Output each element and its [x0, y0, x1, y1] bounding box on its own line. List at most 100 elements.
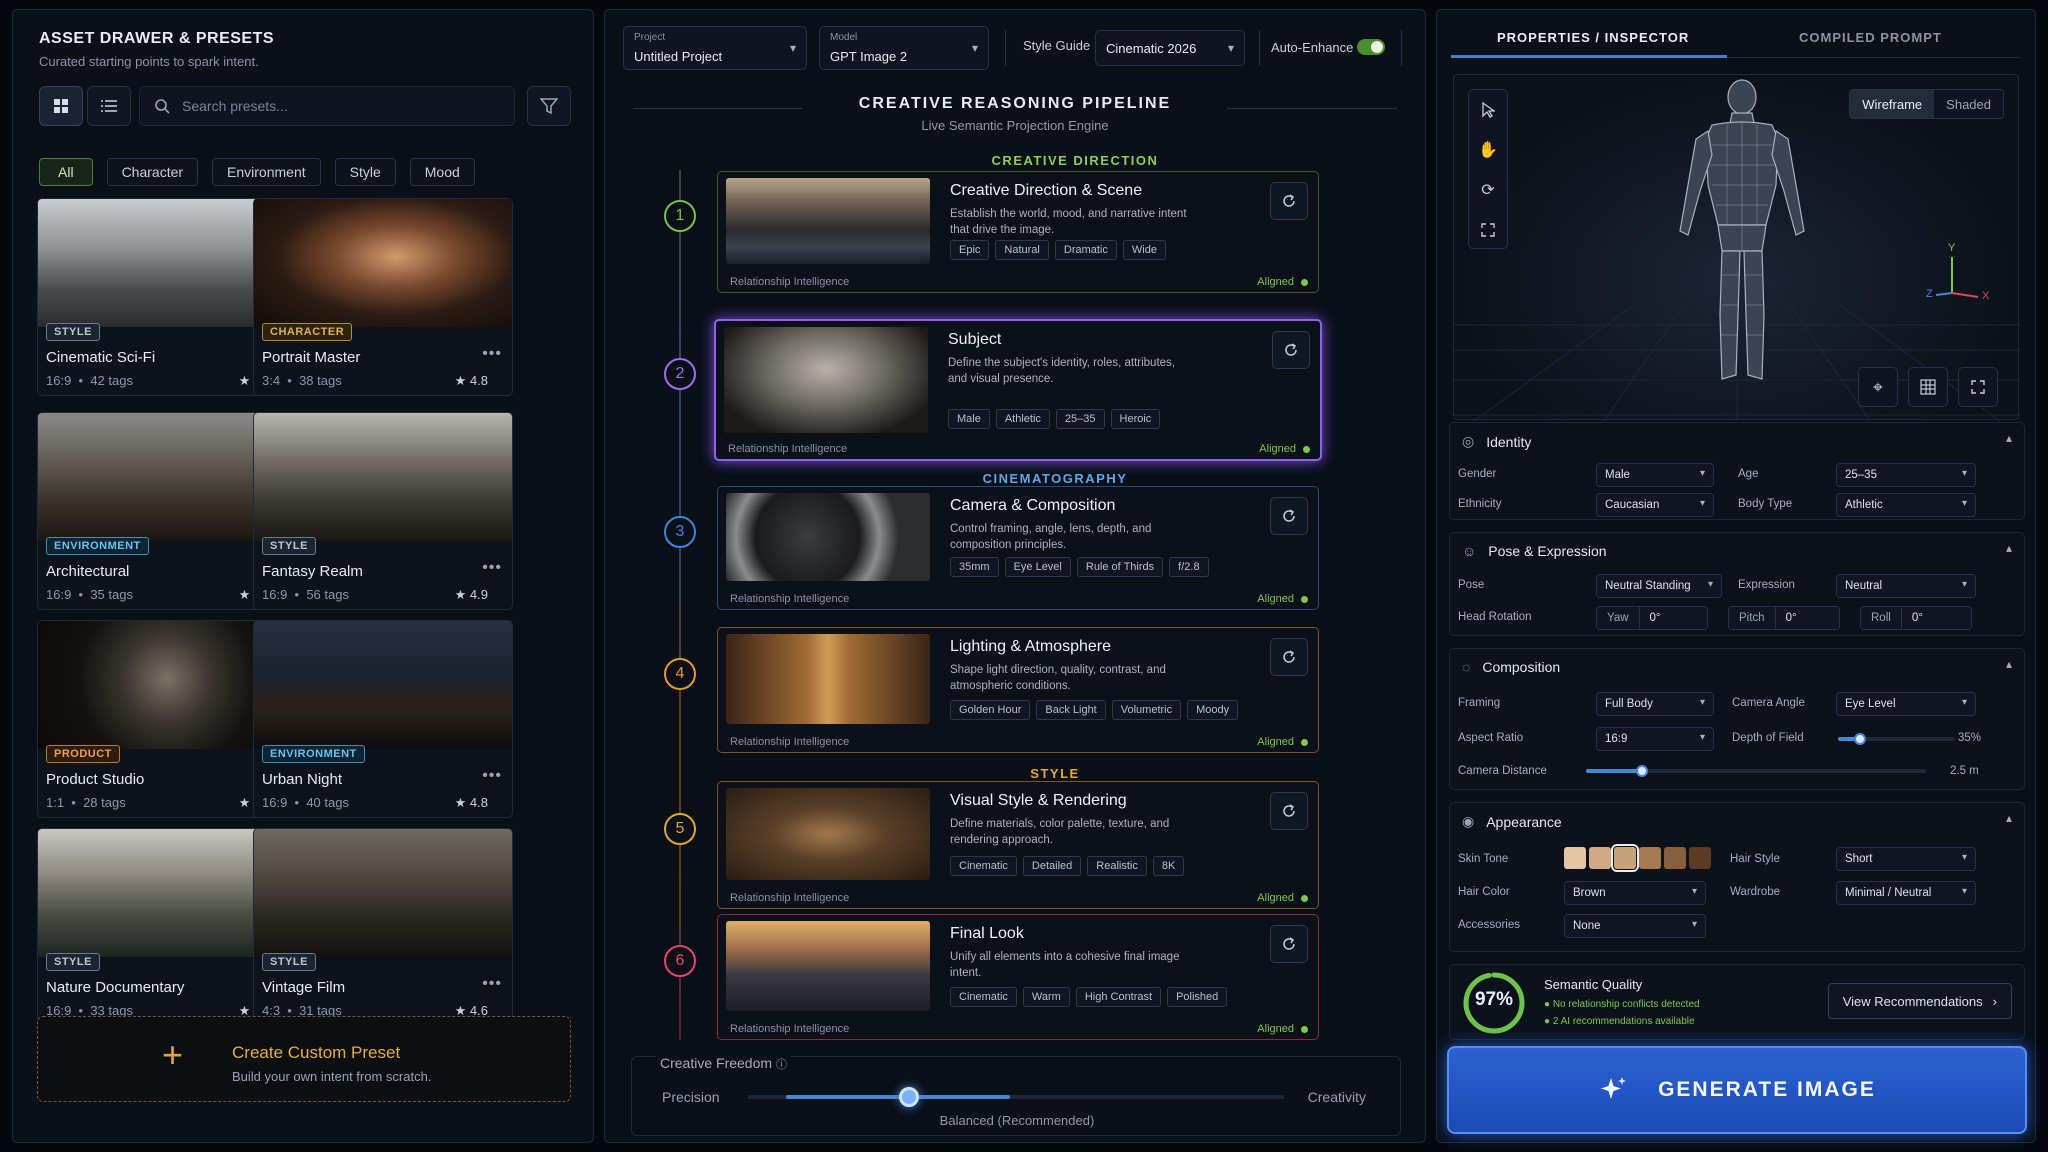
distance-slider-handle[interactable]	[1636, 765, 1648, 777]
dof-slider-handle[interactable]	[1854, 733, 1866, 745]
expression-select[interactable]: Neutral ▾	[1836, 574, 1976, 598]
step-tag[interactable]: 25–35	[1055, 409, 1105, 429]
step-tag[interactable]: Epic	[950, 240, 990, 260]
camera-angle-select[interactable]: Eye Level ▾	[1836, 692, 1976, 716]
preset-card[interactable]: ENVIRONMENT Urban Night ••• 16:9 • 40 ta…	[253, 620, 513, 818]
model-dropdown[interactable]: Model GPT Image 2 ▾	[819, 26, 989, 70]
pipeline-card[interactable]: Creative Direction & Scene Establish the…	[717, 171, 1319, 293]
pipeline-card[interactable]: Subject Define the subject's identity, r…	[714, 319, 1322, 461]
tab-compiled-prompt[interactable]: COMPILED PROMPT	[1799, 30, 1942, 45]
view-recommendations-button[interactable]: View Recommendations ›	[1827, 983, 2012, 1019]
gender-select[interactable]: Male ▾	[1596, 463, 1714, 487]
step-tag[interactable]: Natural	[995, 240, 1049, 260]
skin-tone-swatch[interactable]	[1639, 847, 1661, 869]
collapse-icon[interactable]: ▴	[2006, 431, 2012, 445]
grid-toggle-button[interactable]	[1908, 367, 1948, 407]
pose-header[interactable]: ☺ Pose & Expression	[1462, 543, 1607, 559]
auto-enhance-toggle[interactable]	[1357, 39, 1385, 55]
project-dropdown[interactable]: Project Untitled Project ▾	[623, 26, 807, 70]
step-tag[interactable]: Detailed	[1022, 856, 1082, 876]
more-icon[interactable]: •••	[482, 767, 502, 785]
collapse-icon[interactable]: ▴	[2006, 657, 2012, 671]
collapse-icon[interactable]: ▴	[2006, 811, 2012, 825]
refresh-button[interactable]	[1270, 638, 1308, 676]
skin-tone-swatch[interactable]	[1564, 847, 1586, 869]
pan-tool-button[interactable]: ✋	[1469, 130, 1507, 170]
collapse-icon[interactable]: ▴	[2006, 541, 2012, 555]
ethnicity-select[interactable]: Caucasian ▾	[1596, 493, 1714, 517]
shaded-mode-button[interactable]: Shaded	[1934, 90, 2003, 118]
step-tag[interactable]: Golden Hour	[950, 700, 1031, 720]
refresh-button[interactable]	[1270, 792, 1308, 830]
preset-card[interactable]: STYLE Fantasy Realm ••• 16:9 • 56 tags ★…	[253, 412, 513, 610]
step-tag[interactable]: Cinematic	[950, 856, 1017, 876]
step-tag[interactable]: 8K	[1152, 856, 1185, 876]
step-tag[interactable]: Polished	[1167, 987, 1228, 1007]
wireframe-mode-button[interactable]: Wireframe	[1850, 90, 1935, 118]
refresh-button[interactable]	[1270, 497, 1308, 535]
search-box[interactable]	[139, 86, 515, 126]
appearance-header[interactable]: ◉ Appearance	[1462, 813, 1562, 830]
style-guide-dropdown[interactable]: Cinematic 2026 ▾	[1095, 30, 1245, 66]
accessories-select[interactable]: None ▾	[1564, 914, 1706, 938]
fullscreen-button[interactable]	[1958, 367, 1998, 407]
pipeline-card[interactable]: Visual Style & Rendering Define material…	[717, 781, 1319, 909]
skin-tone-swatch[interactable]	[1611, 844, 1639, 872]
pitch-input[interactable]: Pitch 0°	[1728, 606, 1840, 630]
chip-mood[interactable]: Mood	[409, 158, 475, 186]
wardrobe-select[interactable]: Minimal / Neutral ▾	[1836, 881, 1976, 905]
step-tag[interactable]: 35mm	[950, 557, 999, 577]
more-icon[interactable]: •••	[482, 345, 502, 363]
roll-input[interactable]: Roll 0°	[1860, 606, 1972, 630]
body-type-select[interactable]: Athletic ▾	[1836, 493, 1976, 517]
grid-view-button[interactable]	[39, 86, 83, 126]
list-view-button[interactable]	[87, 86, 131, 126]
aspect-ratio-select[interactable]: 16:9 ▾	[1596, 727, 1714, 751]
preset-card[interactable]: CHARACTER Portrait Master ••• 3:4 • 38 t…	[253, 198, 513, 396]
composition-header[interactable]: ◌ Composition	[1462, 659, 1560, 675]
freedom-slider-handle[interactable]	[899, 1087, 919, 1107]
step-tag[interactable]: Dramatic	[1054, 240, 1117, 260]
step-tag[interactable]: Wide	[1122, 240, 1166, 260]
pipeline-card[interactable]: Camera & Composition Control framing, an…	[717, 486, 1319, 610]
refresh-button[interactable]	[1270, 182, 1308, 220]
step-tag[interactable]: Warm	[1022, 987, 1070, 1007]
focus-button[interactable]: ⌖	[1858, 367, 1898, 407]
refresh-button[interactable]	[1272, 331, 1310, 369]
more-icon[interactable]: •••	[482, 975, 502, 993]
pipeline-card[interactable]: Final Look Unify all elements into a coh…	[717, 914, 1319, 1040]
chip-environment[interactable]: Environment	[212, 158, 321, 186]
generate-image-button[interactable]: GENERATE IMAGE	[1447, 1046, 2027, 1134]
age-select[interactable]: 25–35 ▾	[1836, 463, 1976, 487]
chip-character[interactable]: Character	[106, 158, 199, 186]
frame-tool-button[interactable]	[1469, 210, 1507, 250]
step-tag[interactable]: Male	[948, 409, 990, 429]
tab-properties[interactable]: PROPERTIES / INSPECTOR	[1497, 30, 1689, 45]
step-tag[interactable]: Back Light	[1036, 700, 1106, 720]
search-input[interactable]	[182, 98, 482, 114]
step-tag[interactable]: Volumetric	[1111, 700, 1182, 720]
step-tag[interactable]: Eye Level	[1004, 557, 1071, 577]
rotate-tool-button[interactable]: ⟳	[1469, 170, 1507, 210]
hair-style-select[interactable]: Short ▾	[1836, 847, 1976, 871]
identity-header[interactable]: ◎ Identity	[1462, 433, 1531, 450]
create-custom-preset[interactable]: + Create Custom Preset Build your own in…	[37, 1016, 571, 1102]
select-tool-button[interactable]	[1469, 90, 1507, 130]
chip-style[interactable]: Style	[334, 158, 396, 186]
preset-card[interactable]: STYLE Vintage Film ••• 4:3 • 31 tags ★ 4…	[253, 828, 513, 1026]
step-tag[interactable]: Rule of Thirds	[1076, 557, 1164, 577]
yaw-input[interactable]: Yaw 0°	[1596, 606, 1708, 630]
step-tag[interactable]: f/2.8	[1169, 557, 1209, 577]
step-tag[interactable]: Athletic	[995, 409, 1050, 429]
more-icon[interactable]: •••	[482, 559, 502, 577]
3d-viewport[interactable]: ✋ ⟳ Wireframe Shaded Y Z X ⌖	[1453, 74, 2020, 421]
refresh-button[interactable]	[1270, 925, 1308, 963]
step-tag[interactable]: Realistic	[1087, 856, 1147, 876]
framing-select[interactable]: Full Body ▾	[1596, 692, 1714, 716]
hair-color-select[interactable]: Brown ▾	[1564, 881, 1706, 905]
pipeline-card[interactable]: Lighting & Atmosphere Shape light direct…	[717, 627, 1319, 753]
skin-tone-swatch[interactable]	[1689, 847, 1711, 869]
filter-button[interactable]	[527, 86, 571, 126]
skin-tone-swatch[interactable]	[1664, 847, 1686, 869]
step-tag[interactable]: Heroic	[1110, 409, 1161, 429]
